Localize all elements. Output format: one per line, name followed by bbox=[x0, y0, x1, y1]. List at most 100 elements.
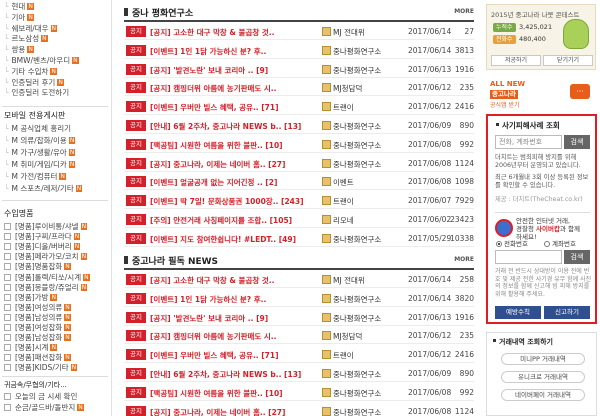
sidebar-menu-item[interactable]: [명품]명품잡화 N bbox=[4, 262, 71, 272]
post-title-link[interactable]: [공지] '발견노란' 보내 코리아 .. [9] bbox=[150, 65, 320, 76]
post-writer[interactable]: MJ 전대위 bbox=[333, 275, 393, 286]
sidebar-menu-item[interactable]: [명품]KIDS/기타 N bbox=[4, 363, 78, 373]
fraud-search-input[interactable]: 전화, 계좌번호 bbox=[495, 135, 562, 149]
sidebar-menu-item[interactable]: └ M 공식업체 홍리기 bbox=[4, 124, 71, 134]
sidebar-menu-label: [명품]가방 bbox=[15, 292, 49, 302]
sidebar-menu-item[interactable]: └ M 의류/잡화/이용 N bbox=[4, 136, 76, 146]
sidebar-menu-item[interactable]: 순금/골드바/돌반지 N bbox=[4, 403, 84, 413]
post-writer[interactable]: 리오네 bbox=[333, 215, 393, 226]
sidebar-menu-item[interactable]: [명품]남성의류 N bbox=[4, 313, 71, 323]
fraud-search-button[interactable]: 검색 bbox=[564, 135, 590, 149]
post-writer[interactable]: 이벤트 bbox=[333, 177, 393, 188]
cybercop-search-button[interactable]: 검색 bbox=[564, 250, 590, 264]
table-row: 공지 [이벤트] 1인 1닭 가능하신 분? 후.. 중나평화연구소 2017/06/… bbox=[124, 42, 474, 59]
promo-button[interactable]: 닫기기기 bbox=[543, 55, 593, 66]
sidebar-menu-item[interactable]: [명품]여성잡화 N bbox=[4, 323, 71, 333]
cybercop-search-input[interactable] bbox=[495, 250, 562, 264]
radio-phone[interactable]: 전화번호 bbox=[496, 238, 528, 248]
post-writer[interactable]: 트랜이 bbox=[333, 196, 393, 207]
sidebar-menu-item[interactable]: [명품]여성의류 N bbox=[4, 303, 71, 313]
sidebar-menu-item[interactable]: └ 현대 N bbox=[4, 2, 34, 12]
promo-button[interactable]: 저공하기 bbox=[491, 55, 541, 66]
post-title-link[interactable]: [공지] 중고나라, 이제는 네이버 홈.. [27] bbox=[150, 159, 320, 170]
sidebar-menu-item[interactable]: └ BMW/벤츠/아우디 N bbox=[4, 56, 79, 66]
radio-account[interactable]: 계좌번호 bbox=[544, 238, 576, 248]
sidebar-menu-item[interactable]: └ M 취미/게임/디카 N bbox=[4, 160, 76, 170]
more-link[interactable]: MORE bbox=[454, 256, 474, 263]
sidebar-menu-item[interactable]: └ M 스포츠/레저/기타 N bbox=[4, 184, 83, 194]
post-writer[interactable]: MJ 전대위 bbox=[333, 27, 393, 38]
sidebar-menu-item[interactable]: └ 인증딜러 후기 N bbox=[4, 78, 64, 88]
post-title-link[interactable]: [공지] 캠핑더위 아름에 농기판매도 시.. bbox=[150, 83, 320, 94]
sidebar-menu-item[interactable]: └ M 가전/컴퓨터 N bbox=[4, 172, 66, 182]
post-title-link[interactable]: [공지] 고소한 대구 막창 & 불곱창 것.. bbox=[150, 27, 320, 38]
post-title-link[interactable]: [이벤트] 1인 1닭 가능하신 분? 후.. bbox=[150, 294, 320, 305]
sidebar-menu-item[interactable]: [명품]시계 N bbox=[4, 343, 57, 353]
sidebar-menu-item[interactable]: [명품]패션잡화 N bbox=[4, 353, 71, 363]
prevention-tips-button[interactable]: 예방수칙 bbox=[495, 306, 541, 319]
post-writer[interactable]: 중나평화연구소 bbox=[333, 388, 393, 399]
history-button-1[interactable]: 미니PP 거래내역 bbox=[501, 353, 585, 365]
contest-promo[interactable]: 2015년 중고나라 나뭇 콘테스트 누적수 3,425,021 전화수 480… bbox=[486, 4, 596, 70]
sidebar-menu-item[interactable]: [명품]가방 N bbox=[4, 293, 57, 303]
post-writer[interactable]: 중나평화연구소 bbox=[333, 369, 393, 380]
post-writer[interactable]: 중나평화연구소 bbox=[333, 313, 393, 324]
sidebar-menu-item[interactable]: [명품]남성잡화 N bbox=[4, 333, 71, 343]
post-title-link[interactable]: [공지] 캠핑더위 아름에 농기판매도 시.. bbox=[150, 331, 320, 342]
sidebar-menu-item[interactable]: [명품]롤렉/티쏘/시계 N bbox=[4, 273, 90, 283]
post-writer[interactable]: 중나평화연구소 bbox=[333, 407, 393, 416]
post-writer[interactable]: 트랜이 bbox=[333, 102, 393, 113]
sidebar-menu-item[interactable]: └ 쉐보레/대우 N bbox=[4, 24, 58, 34]
sidebar-menu-item[interactable]: [명품]페라가모/코치 N bbox=[4, 252, 88, 262]
post-title-link[interactable]: [이벤트] 지도 참여한쉽니다! #LEDT.. [49] bbox=[150, 234, 320, 245]
post-title-link[interactable]: [공지] 중고나라, 이제는 네이버 홈.. [27] bbox=[150, 407, 320, 416]
post-title-link[interactable]: [이벤트] 우버만 빌스 혜택, 공유.. [71] bbox=[150, 350, 320, 361]
sidebar-menu-item[interactable]: └ 쌍용 N bbox=[4, 45, 34, 55]
table-row: 공지 [주의] 안전거래 사칭페이지를 조합.. [105] 리오네 2017/06/… bbox=[124, 211, 474, 228]
sidebar-menu-item[interactable]: 오늘의 금 시세 확인 bbox=[4, 392, 77, 402]
post-title-link[interactable]: [이벤트] 1인 1닭 가능하신 분? 후.. bbox=[150, 46, 320, 57]
notice-tag: 공지 bbox=[126, 176, 146, 188]
sidebar-menu-item[interactable]: └ M 가구/생활/유아 N bbox=[4, 148, 76, 158]
post-writer[interactable]: 중나평화연구소 bbox=[333, 159, 393, 170]
post-title-link[interactable]: [팩공팀] 시원한 여름을 위한 불판.. [10] bbox=[150, 388, 320, 399]
post-writer[interactable]: 중나평화연구소 bbox=[333, 121, 393, 132]
post-views: 992 bbox=[459, 139, 474, 149]
post-title-link[interactable]: [안내] 6월 2주차, 중고나라 NEWS b.. [13] bbox=[150, 369, 320, 380]
post-writer[interactable]: 중나평화연구소 bbox=[333, 294, 393, 305]
history-button-3[interactable]: 네이버페이 거래내역 bbox=[501, 389, 585, 401]
report-button[interactable]: 신고하기 bbox=[544, 306, 590, 319]
post-title-link[interactable]: [공지] 고소한 대구 막창 & 불곱창 것.. bbox=[150, 275, 320, 286]
post-title-link[interactable]: [공지] '발견노란' 보내 코리아 .. [9] bbox=[150, 313, 320, 324]
post-title-link[interactable]: [이벤트] 얼굴공개 없는 지어긴정 .. [2] bbox=[150, 177, 320, 188]
post-writer[interactable]: 트랜이 bbox=[333, 350, 393, 361]
sidebar-menu-item[interactable]: [명품]몽블랑/쥬얼리 N bbox=[4, 283, 88, 293]
post-title-link[interactable]: [이벤트] 우버만 빌스 혜택, 공유.. [71] bbox=[150, 102, 320, 113]
post-writer[interactable]: MJ청담덕 bbox=[333, 331, 393, 342]
post-title-link[interactable]: [이벤트] 딱 7일! 문화상품권 1000장.. [243] bbox=[150, 196, 320, 207]
post-writer[interactable]: MJ청담덕 bbox=[333, 83, 393, 94]
checkbox-icon bbox=[4, 354, 11, 362]
post-views: 890 bbox=[459, 369, 474, 378]
more-link[interactable]: MORE bbox=[454, 8, 474, 15]
post-writer[interactable]: 중나평화연구소 bbox=[333, 140, 393, 151]
history-button-2[interactable]: 유니크로 거래내역 bbox=[501, 371, 585, 383]
sidebar-menu-item[interactable]: └ 기아 N bbox=[4, 13, 34, 23]
member-level-icon bbox=[322, 293, 331, 303]
table-row: 공지 [이벤트] 얼굴공개 없는 지어긴정 .. [2] 이벤트 2017/06/08… bbox=[124, 173, 474, 191]
table-row: 공지 [공지] 중고나라, 이제는 네이버 홈.. [27] 중나평화연구소 2017… bbox=[124, 155, 474, 172]
sidebar-menu-item[interactable]: [명품]디올/버버리 N bbox=[4, 242, 81, 252]
post-writer[interactable]: 중나평화연구소 bbox=[333, 234, 393, 245]
sidebar-menu-item[interactable]: └ 인증딜러 도전하기 bbox=[4, 88, 69, 98]
sidebar-menu-item[interactable]: └ 르노삼성 N bbox=[4, 34, 48, 44]
post-title-link[interactable]: [팩공팀] 시원한 여름을 위한 불판.. [10] bbox=[150, 140, 320, 151]
sidebar-menu-item[interactable]: └ 기타 수입차 N bbox=[4, 67, 57, 77]
post-writer[interactable]: 중나평화연구소 bbox=[333, 46, 393, 57]
sidebar-menu-item[interactable]: [명품]루이비통/샤넬 N bbox=[4, 222, 88, 232]
post-title-link[interactable]: [주의] 안전거래 사칭페이지를 조합.. [105] bbox=[150, 215, 320, 226]
post-writer[interactable]: 중나평화연구소 bbox=[333, 65, 393, 76]
post-title-link[interactable]: [안내] 6월 2주차, 중고나라 NEWS b.. [13] bbox=[150, 121, 320, 132]
sidebar-menu-item[interactable]: [명품]구찌/프라다 N bbox=[4, 232, 81, 242]
new-badge: N bbox=[68, 161, 76, 168]
app-download-banner[interactable]: ALL NEW 중고나라 공식앱 받기 ··· bbox=[486, 78, 596, 109]
